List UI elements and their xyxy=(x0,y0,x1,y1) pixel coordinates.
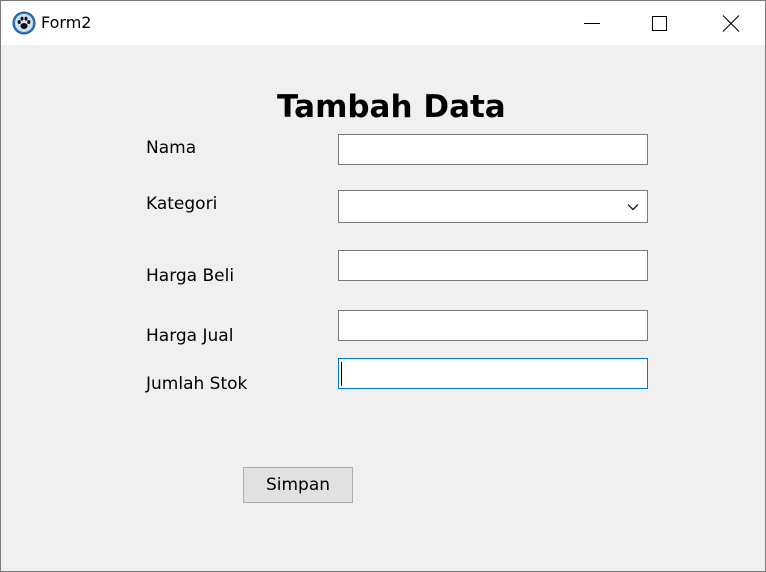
maximize-icon xyxy=(652,16,667,31)
kategori-label: Kategori xyxy=(146,194,218,214)
jumlah-stok-input[interactable] xyxy=(338,358,648,389)
form2-window: Form2 Tambah Data Nama Kategori Harga Be… xyxy=(0,0,766,572)
jumlah-stok-label: Jumlah Stok xyxy=(146,374,248,394)
harga-beli-input[interactable] xyxy=(338,250,648,281)
text-cursor xyxy=(341,362,342,386)
window-title: Form2 xyxy=(41,13,92,32)
maximize-button[interactable] xyxy=(630,1,690,45)
paw-icon xyxy=(12,11,36,35)
harga-jual-label: Harga Jual xyxy=(146,326,234,346)
chevron-down-icon xyxy=(627,204,639,211)
harga-jual-input[interactable] xyxy=(338,310,648,341)
title-bar[interactable]: Form2 xyxy=(1,1,765,45)
close-button[interactable] xyxy=(701,1,761,45)
nama-input[interactable] xyxy=(338,134,648,165)
nama-label: Nama xyxy=(146,138,197,158)
simpan-button[interactable]: Simpan xyxy=(243,467,353,503)
harga-beli-label: Harga Beli xyxy=(146,266,235,286)
form-heading: Tambah Data xyxy=(277,89,506,125)
close-icon xyxy=(722,15,740,32)
minimize-icon xyxy=(584,23,600,24)
kategori-dropdown[interactable] xyxy=(338,190,648,223)
minimize-button[interactable] xyxy=(562,1,622,45)
